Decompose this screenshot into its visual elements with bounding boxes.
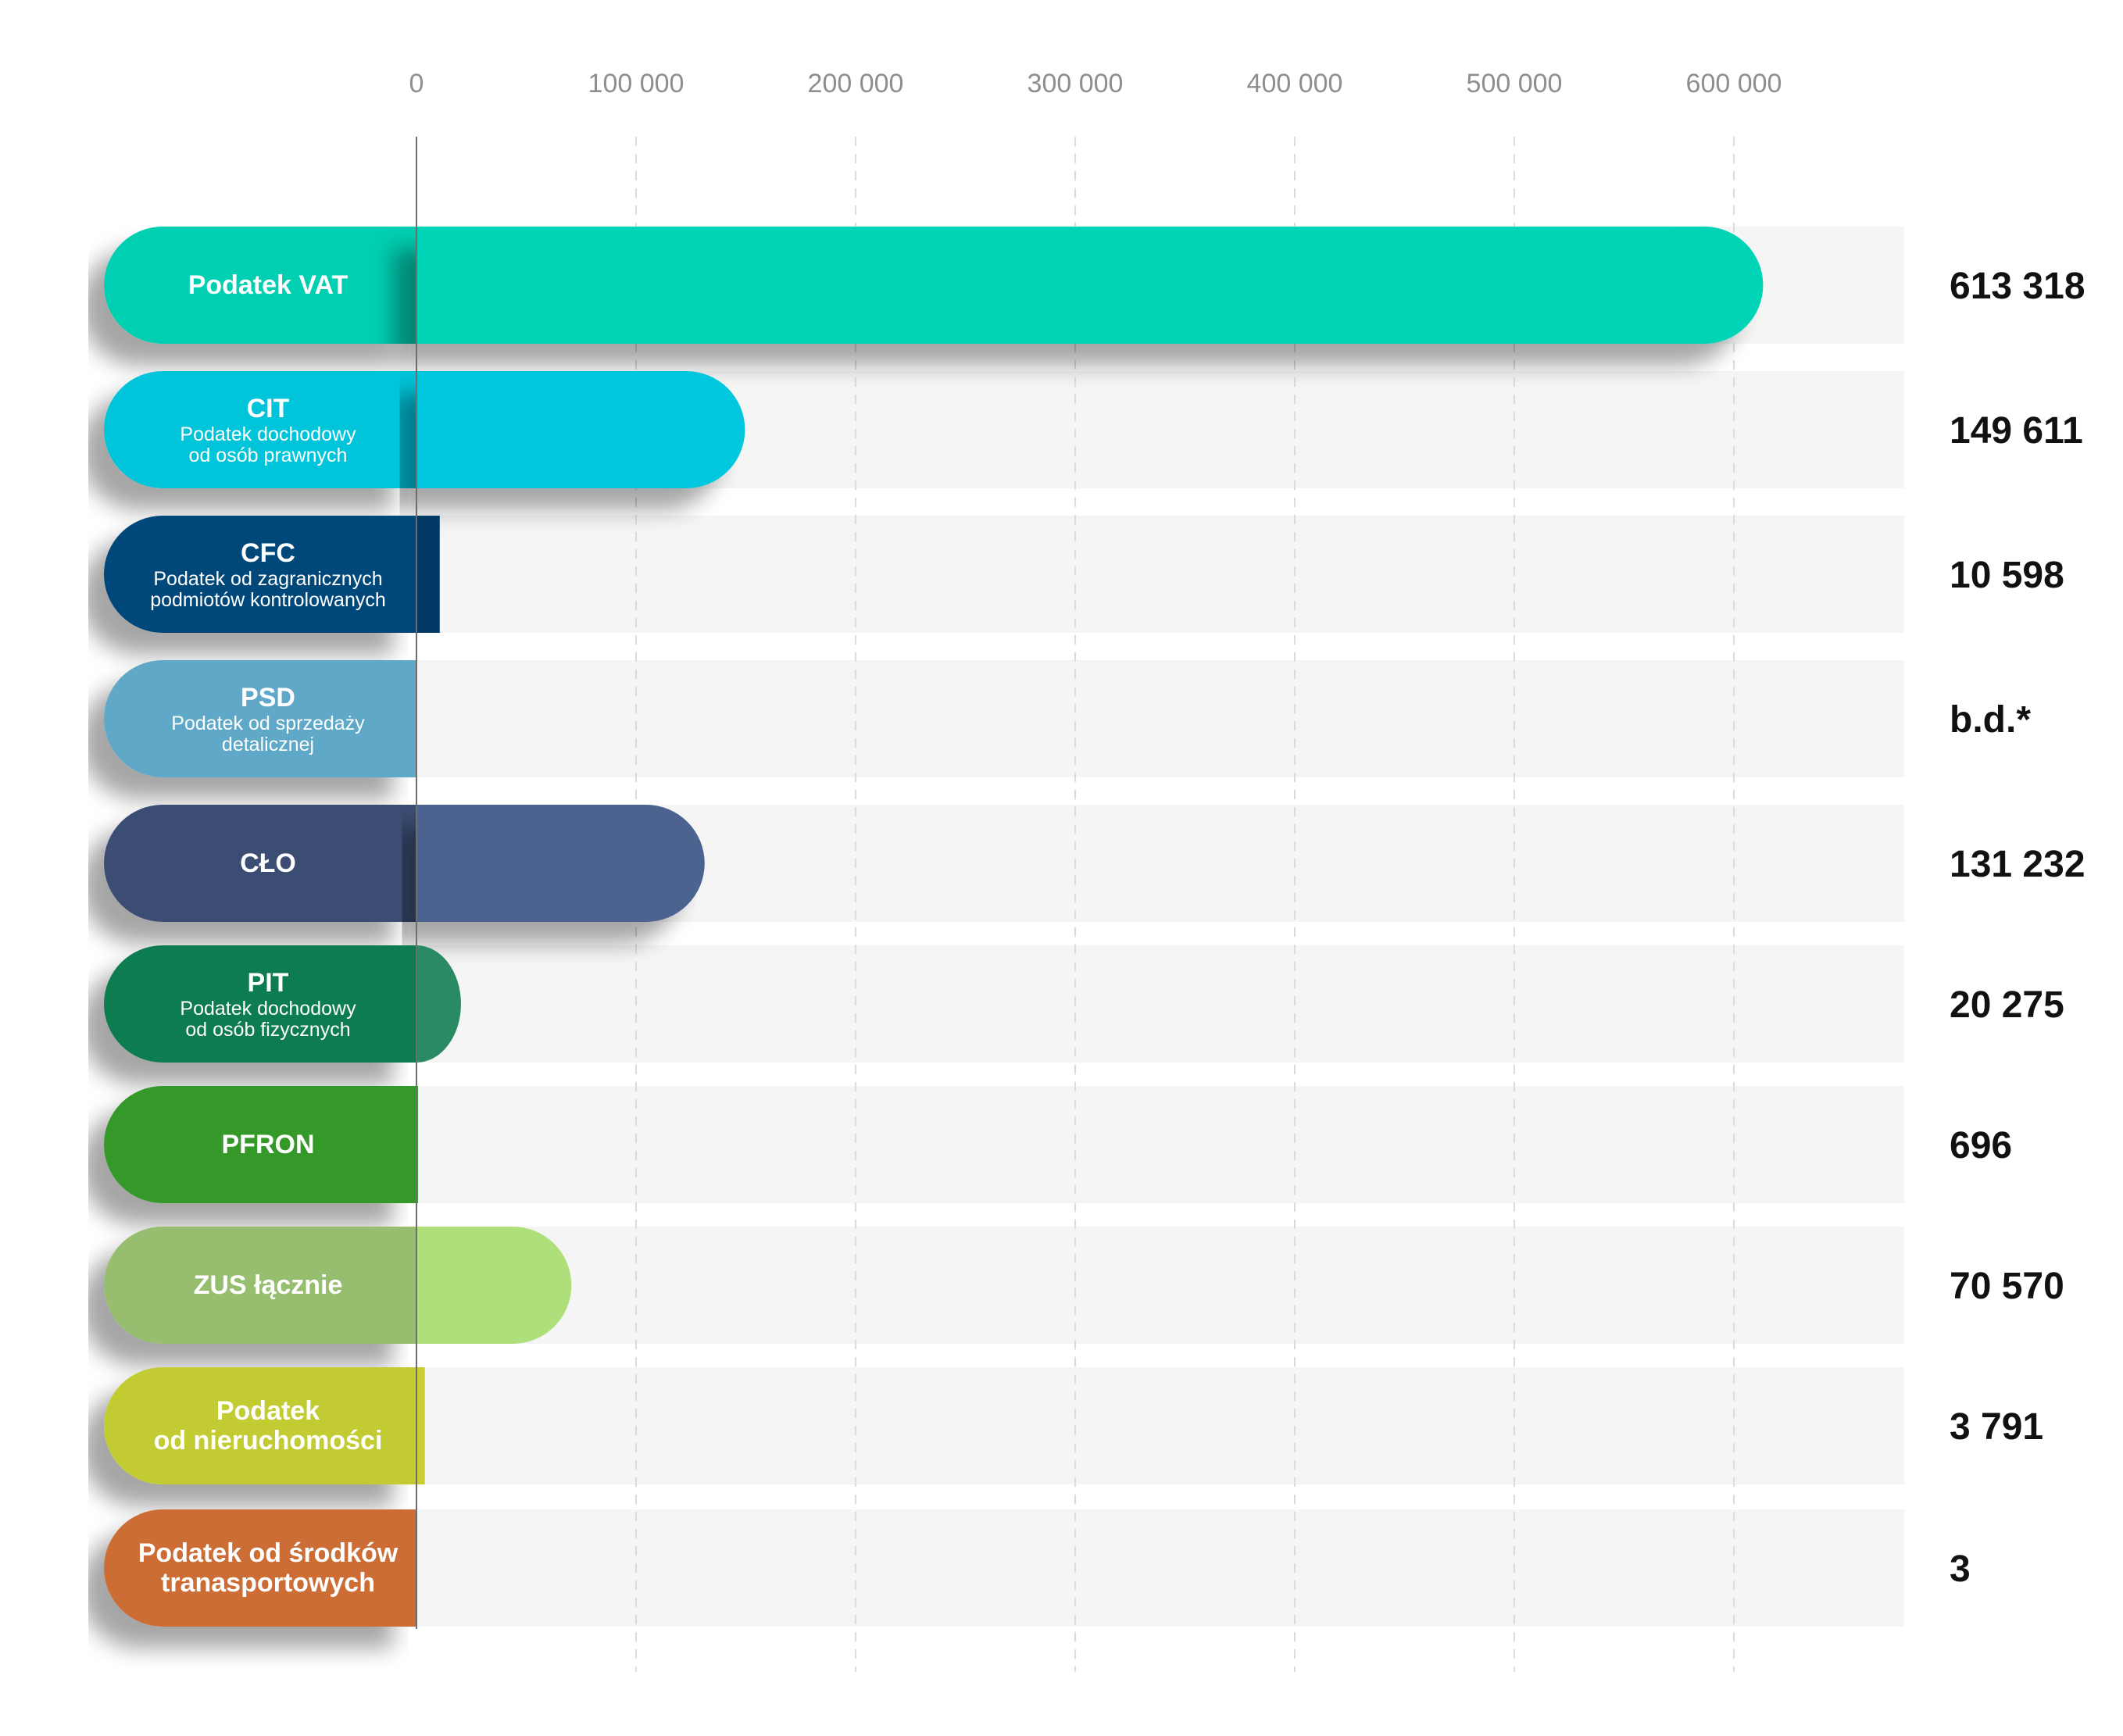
- category-subtitle: Podatek dochodowy: [180, 423, 356, 445]
- value-label-podatek-od-rodk-w-tranasportowych: 3: [1950, 1548, 1971, 1590]
- category-subtitle: Podatek dochodowy: [180, 998, 356, 1020]
- bar-podatek-od-nieruchomo-ci: [416, 1367, 425, 1484]
- category-title: Podatek VAT: [188, 270, 348, 300]
- value-label-zus-cznie: 70 570: [1950, 1266, 2064, 1307]
- x-tick-label: 300 000: [1028, 69, 1124, 98]
- x-tick-label: 200 000: [808, 69, 904, 98]
- row-background: [416, 1227, 1904, 1344]
- value-label-podatek-vat: 613 318: [1950, 266, 2085, 307]
- category-title: CŁO: [240, 848, 296, 878]
- category-title: PSD: [241, 683, 295, 713]
- row-background: [416, 1367, 1904, 1484]
- category-title: ZUS łącznie: [194, 1270, 343, 1300]
- row-background: [416, 1509, 1904, 1627]
- category-title: tranasportowych: [161, 1568, 375, 1598]
- category-subtitle: detalicznej: [222, 734, 314, 755]
- category-subtitle: podmiotów kontrolowanych: [150, 589, 386, 611]
- bar-cit: [416, 371, 745, 488]
- row-background: [416, 516, 1904, 633]
- category-title: PFRON: [222, 1130, 315, 1159]
- bar-podatek-vat: [416, 227, 1764, 344]
- value-label-pfron: 696: [1950, 1125, 2012, 1166]
- value-label-pit: 20 275: [1950, 984, 2064, 1026]
- row-background: [416, 660, 1904, 777]
- bar-zus-cznie: [416, 1227, 572, 1344]
- bar-chart: 0 100 000 200 000 300 000 400 000 500 000 600 …: [104, 69, 2085, 1672]
- x-tick-label: 100 000: [588, 69, 684, 98]
- category-title: CIT: [247, 394, 290, 423]
- x-tick-label: 500 000: [1467, 69, 1563, 98]
- x-tick-label: 400 000: [1247, 69, 1343, 98]
- value-label-cfc: 10 598: [1950, 555, 2064, 596]
- category-title: od nieruchomości: [154, 1426, 383, 1456]
- value-label-c-o: 131 232: [1950, 844, 2085, 885]
- value-label-psd: b.d.*: [1950, 699, 2031, 741]
- x-tick-label: 600 000: [1686, 69, 1782, 98]
- value-label-podatek-od-nieruchomo-ci: 3 791: [1950, 1406, 2043, 1448]
- value-labels: 613 318 149 611 10 598 b.d.* 131 232 20 275 69…: [1950, 266, 2085, 1590]
- category-title: Podatek od środków: [138, 1538, 399, 1568]
- category-title: Podatek: [216, 1396, 320, 1426]
- category-title: CFC: [241, 538, 295, 568]
- x-tick-label: 0: [409, 69, 424, 98]
- row-background: [416, 1086, 1904, 1203]
- x-axis-tick-labels: 0 100 000 200 000 300 000 400 000 500 000 600 …: [409, 69, 1782, 98]
- category-subtitle: od osób fizycznych: [185, 1019, 350, 1041]
- value-label-cit: 149 611: [1950, 410, 2083, 452]
- row-background: [416, 945, 1904, 1063]
- bar-cfc: [416, 516, 440, 633]
- category-subtitle: Podatek od sprzedaży: [171, 713, 365, 734]
- bar-c-o: [416, 805, 705, 922]
- category-subtitle: od osób prawnych: [189, 445, 348, 466]
- category-title: PIT: [248, 968, 289, 998]
- category-subtitle: Podatek od zagranicznych: [153, 568, 382, 590]
